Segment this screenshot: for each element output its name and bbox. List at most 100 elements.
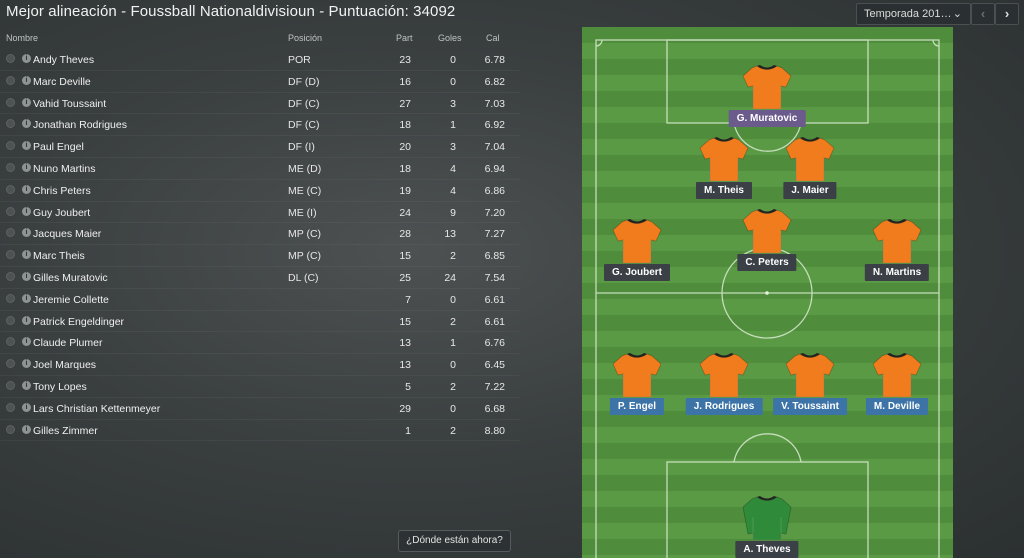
info-icon[interactable]: i	[22, 271, 31, 281]
season-dropdown[interactable]: Temporada 201… ⌄	[856, 3, 971, 25]
select-radio[interactable]	[6, 54, 15, 63]
table-row[interactable]: i Marc Theis MP (C) 15 2 6.85	[0, 245, 520, 267]
select-radio[interactable]	[6, 271, 15, 281]
table-row[interactable]: i Paul Engel DF (I) 20 3 7.04	[0, 136, 520, 158]
player-goals: 0	[450, 54, 456, 66]
player-rating: 7.03	[484, 97, 505, 110]
info-icon[interactable]: i	[22, 75, 31, 85]
info-icon[interactable]: i	[22, 162, 31, 172]
info-icon[interactable]: i	[22, 424, 31, 434]
player-position: MP (C)	[288, 250, 322, 263]
select-radio[interactable]	[6, 141, 15, 151]
player-apps: 13	[399, 337, 411, 350]
select-radio[interactable]	[6, 162, 15, 172]
player-label: J. Maier	[783, 182, 837, 199]
table-row[interactable]: i Vahid Toussaint DF (C) 27 3 7.03	[0, 93, 520, 115]
info-icon[interactable]: i	[22, 250, 31, 260]
player-goals: 4	[450, 184, 456, 197]
info-icon[interactable]: i	[22, 380, 31, 390]
header-rating[interactable]: Cal	[486, 33, 500, 43]
info-icon[interactable]: i	[22, 402, 31, 412]
info-icon[interactable]: i	[22, 337, 31, 347]
player-apps: 15	[399, 315, 411, 328]
player-name[interactable]: Jeremie Collette	[33, 294, 109, 306]
previous-button[interactable]: ‹	[971, 3, 995, 25]
player-name[interactable]: Joel Marques	[33, 359, 96, 371]
player-name[interactable]: Gilles Muratovic	[33, 272, 108, 284]
table-row[interactable]: i Claude Plumer 13 1 6.76	[0, 332, 520, 355]
table-row[interactable]: i Gilles Zimmer 1 2 8.80	[0, 420, 520, 442]
table-row[interactable]: i Gilles Muratovic DL (C) 25 24 7.54	[0, 267, 520, 289]
player-name[interactable]: Marc Deville	[33, 76, 91, 88]
player-name[interactable]: Claude Plumer	[33, 337, 102, 349]
info-icon[interactable]: i	[22, 184, 31, 194]
player-apps: 29	[399, 402, 411, 415]
select-radio[interactable]	[6, 228, 15, 238]
player-name[interactable]: Nuno Martins	[33, 163, 95, 175]
table-row[interactable]: i Marc Deville DF (D) 16 0 6.82	[0, 71, 520, 93]
table-row[interactable]: i Guy Joubert ME (I) 24 9 7.20	[0, 202, 520, 224]
where-are-they-now-button[interactable]: ¿Dónde están ahora?	[398, 530, 511, 552]
header-name[interactable]: Nombre	[6, 33, 38, 43]
info-icon[interactable]: i	[22, 293, 31, 303]
info-icon[interactable]: i	[22, 119, 31, 129]
player-name[interactable]: Jonathan Rodrigues	[33, 119, 127, 131]
select-radio[interactable]	[6, 402, 15, 412]
table-row[interactable]: i Jeremie Collette 7 0 6.61	[0, 289, 520, 311]
player-name[interactable]: Paul Engel	[33, 141, 84, 153]
select-radio[interactable]	[6, 97, 15, 107]
table-row[interactable]: i Lars Christian Kettenmeyer 29 0 6.68	[0, 398, 520, 420]
header-apps[interactable]: Part	[396, 33, 413, 43]
table-row[interactable]: i Andy Theves POR 23 0 6.78	[0, 49, 520, 71]
player-name[interactable]: Chris Peters	[33, 185, 91, 197]
player-name[interactable]: Vahid Toussaint	[33, 98, 106, 110]
player-name[interactable]: Lars Christian Kettenmeyer	[33, 403, 160, 415]
select-radio[interactable]	[6, 206, 15, 216]
select-radio[interactable]	[6, 184, 15, 194]
header-goals[interactable]: Goles	[438, 33, 462, 43]
select-radio[interactable]	[6, 337, 15, 347]
player-name[interactable]: Gilles Zimmer	[33, 425, 98, 437]
player-rating: 6.78	[484, 54, 505, 66]
player-name[interactable]: Marc Theis	[33, 250, 85, 262]
info-icon[interactable]: i	[22, 97, 31, 107]
player-name[interactable]: Andy Theves	[33, 54, 94, 66]
table-row[interactable]: i Jacques Maier MP (C) 28 13 7.27	[0, 223, 520, 246]
player-position: DF (C)	[288, 119, 320, 132]
select-radio[interactable]	[6, 250, 15, 260]
players-table: i Andy Theves POR 23 0 6.78 i Marc Deville DF (D…	[0, 49, 520, 442]
select-radio[interactable]	[6, 119, 15, 129]
player-name[interactable]: Jacques Maier	[33, 228, 101, 240]
header-position[interactable]: Posición	[288, 33, 322, 43]
table-row[interactable]: i Chris Peters ME (C) 19 4 6.86	[0, 180, 520, 202]
select-radio[interactable]	[6, 315, 15, 325]
info-icon[interactable]: i	[22, 54, 31, 63]
player-label: G. Muratovic	[728, 110, 806, 127]
info-icon[interactable]: i	[22, 141, 31, 151]
select-radio[interactable]	[6, 293, 15, 303]
player-apps: 7	[405, 293, 411, 306]
table-row[interactable]: i Patrick Engeldinger 15 2 6.61	[0, 311, 520, 333]
player-rating: 6.45	[484, 359, 505, 372]
next-button[interactable]: ›	[995, 3, 1019, 25]
info-icon[interactable]: i	[22, 315, 31, 325]
player-apps: 1	[405, 424, 411, 437]
table-row[interactable]: i Tony Lopes 5 2 7.22	[0, 376, 520, 398]
table-row[interactable]: i Joel Marques 13 0 6.45	[0, 354, 520, 376]
player-name[interactable]: Guy Joubert	[33, 207, 90, 219]
player-goals: 9	[450, 206, 456, 219]
select-radio[interactable]	[6, 380, 15, 390]
player-apps: 20	[399, 141, 411, 154]
select-radio[interactable]	[6, 359, 15, 369]
info-icon[interactable]: i	[22, 359, 31, 369]
info-icon[interactable]: i	[22, 228, 31, 238]
player-rating: 7.20	[484, 206, 505, 219]
player-name[interactable]: Patrick Engeldinger	[33, 316, 124, 328]
player-name[interactable]: Tony Lopes	[33, 381, 87, 393]
player-apps: 18	[399, 162, 411, 175]
info-icon[interactable]: i	[22, 206, 31, 216]
select-radio[interactable]	[6, 75, 15, 85]
select-radio[interactable]	[6, 424, 15, 434]
table-row[interactable]: i Nuno Martins ME (D) 18 4 6.94	[0, 158, 520, 180]
table-row[interactable]: i Jonathan Rodrigues DF (C) 18 1 6.92	[0, 114, 520, 137]
